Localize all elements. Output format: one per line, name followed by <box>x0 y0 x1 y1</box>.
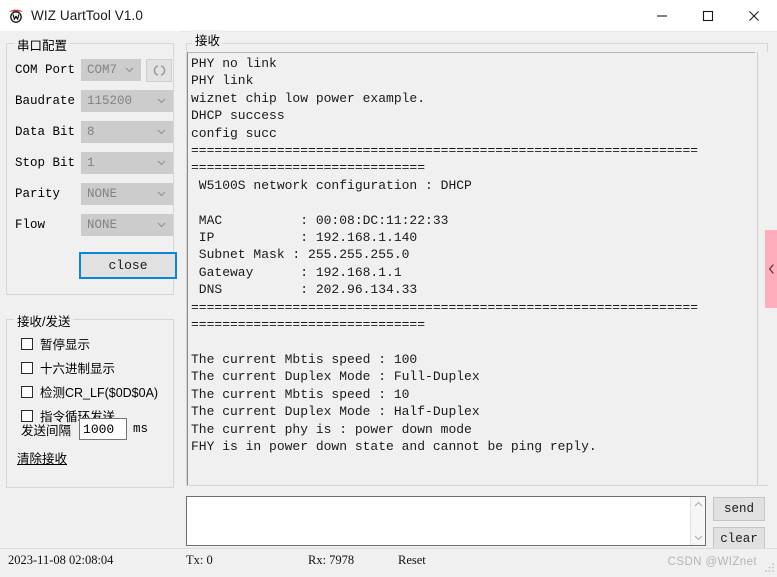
stop-bit-label: Stop Bit <box>15 156 76 170</box>
baudrate-select[interactable]: 115200 <box>81 90 173 112</box>
collapse-panel-tab[interactable] <box>765 230 777 308</box>
status-rx-count: Rx: 7978 <box>308 553 355 567</box>
send-button[interactable]: send <box>713 497 765 521</box>
close-window-button[interactable] <box>731 0 777 31</box>
chevron-down-icon <box>157 189 166 198</box>
status-timestamp: 2023-11-08 02:08:04 <box>8 553 114 567</box>
scroll-down-icon[interactable] <box>694 533 703 542</box>
status-reset-button[interactable]: Reset <box>398 553 426 568</box>
checkbox-label: 暂停显示 <box>40 338 91 352</box>
checkbox-box <box>21 385 33 398</box>
send-interval-input[interactable] <box>79 418 128 440</box>
refresh-icon <box>153 64 165 76</box>
serial-config-title: 串口配置 <box>14 35 71 54</box>
field-flow: Flow NONE <box>15 213 173 237</box>
send-interval-label: 发送间隔 <box>21 423 72 438</box>
checkbox-label: 检测CR_LF($0D$0A) <box>40 386 159 400</box>
chevron-left-icon <box>768 264 774 274</box>
receive-group-title: 接收 <box>192 30 224 49</box>
data-bit-select[interactable]: 8 <box>81 121 173 143</box>
field-parity: Parity NONE <box>15 182 173 206</box>
wiznet-logo-icon <box>7 7 25 25</box>
scroll-up-icon[interactable] <box>694 500 703 509</box>
checkbox-box <box>21 361 33 374</box>
minimize-button[interactable] <box>639 0 685 31</box>
chevron-down-icon <box>157 127 166 136</box>
flow-value: NONE <box>87 218 118 232</box>
resize-grip[interactable] <box>763 559 775 572</box>
stop-bit-value: 1 <box>87 156 95 170</box>
com-port-label: COM Port <box>15 63 76 77</box>
stop-bit-select[interactable]: 1 <box>81 152 173 174</box>
com-port-select[interactable]: COM7 <box>81 59 141 81</box>
send-interval-row: 发送间隔 ms <box>21 418 148 440</box>
window-controls <box>639 0 777 31</box>
checkbox-detect-crlf[interactable]: 检测CR_LF($0D$0A) <box>21 382 158 401</box>
window-title: WIZ UartTool V1.0 <box>31 8 143 23</box>
field-com-port: COM Port COM7 <box>15 58 172 82</box>
chevron-down-icon <box>157 96 166 105</box>
field-data-bit: Data Bit 8 <box>15 120 173 144</box>
close-port-button[interactable]: close <box>79 252 177 279</box>
flow-select[interactable]: NONE <box>81 214 173 236</box>
recv-send-group: 接收/发送 暂停显示 十六进制显示 检测CR_LF($0D$0A) 指令循环发送… <box>6 311 174 488</box>
com-port-value: COM7 <box>87 63 118 77</box>
chevron-down-icon <box>157 158 166 167</box>
baudrate-value: 115200 <box>87 94 133 108</box>
checkbox-box <box>21 337 33 350</box>
send-input-scrollbar[interactable] <box>690 497 705 545</box>
field-stop-bit: Stop Bit 1 <box>15 151 173 175</box>
status-bar: 2023-11-08 02:08:04 Tx: 0 Rx: 7978 Reset… <box>0 548 777 573</box>
flow-label: Flow <box>15 218 46 232</box>
parity-value: NONE <box>87 187 118 201</box>
recv-send-title: 接收/发送 <box>14 311 74 330</box>
left-panel: 串口配置 COM Port COM7 Baudrate 115200 Data … <box>0 31 180 548</box>
terminal-text: PHY no link PHY link wiznet chip low pow… <box>191 56 699 454</box>
maximize-button[interactable] <box>685 0 731 31</box>
terminal-output[interactable]: PHY no link PHY link wiznet chip low pow… <box>187 52 755 485</box>
chevron-down-icon <box>125 65 134 74</box>
watermark: CSDN @WIZnet <box>667 556 757 568</box>
status-tx-count: Tx: 0 <box>186 553 213 567</box>
title-bar: WIZ UartTool V1.0 <box>0 0 777 32</box>
send-text-area[interactable] <box>186 496 706 546</box>
data-bit-value: 8 <box>87 125 95 139</box>
checkbox-hex-display[interactable]: 十六进制显示 <box>21 358 115 377</box>
checkbox-pause-display[interactable]: 暂停显示 <box>21 334 90 353</box>
serial-config-group: 串口配置 COM Port COM7 Baudrate 115200 Data … <box>6 35 177 295</box>
parity-select[interactable]: NONE <box>81 183 173 205</box>
send-interval-unit: ms <box>133 422 149 436</box>
refresh-ports-button[interactable] <box>146 58 172 82</box>
data-bit-label: Data Bit <box>15 125 76 139</box>
field-baudrate: Baudrate 115200 <box>15 89 173 113</box>
checkbox-label: 十六进制显示 <box>40 362 116 376</box>
chevron-down-icon <box>157 220 166 229</box>
clear-receive-link[interactable]: 清除接收 <box>17 448 67 467</box>
parity-label: Parity <box>15 187 61 201</box>
baudrate-label: Baudrate <box>15 94 76 108</box>
